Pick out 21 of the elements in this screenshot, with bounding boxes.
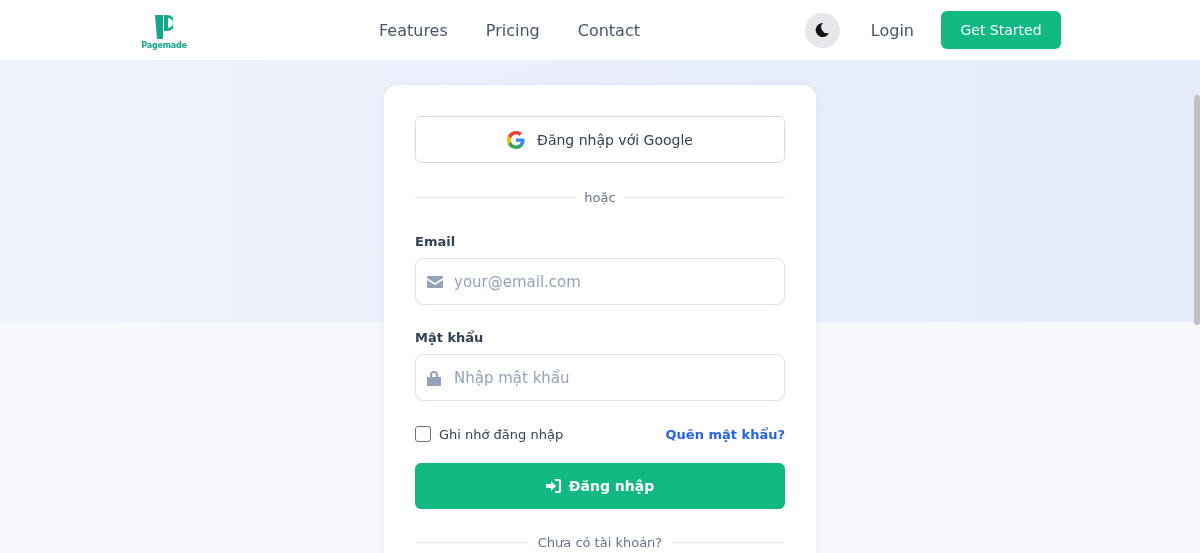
- login-link[interactable]: Login: [870, 20, 914, 40]
- google-icon: [507, 130, 526, 149]
- divider-text: hoặc: [584, 189, 616, 205]
- nav-link[interactable]: Contact: [577, 20, 640, 40]
- nav-link[interactable]: Pricing: [485, 20, 540, 40]
- divider-text: Chưa có tài khoản?: [537, 534, 663, 550]
- forgot-password-link[interactable]: Quên mật khẩu?: [665, 426, 785, 442]
- nav-link[interactable]: Features: [379, 20, 448, 40]
- logo-icon: [155, 14, 173, 39]
- theme-toggle-button[interactable]: [804, 12, 840, 48]
- sign-in-icon: [545, 479, 561, 493]
- logo-text: Pagemade: [141, 40, 187, 50]
- field-label: Email: [415, 234, 457, 249]
- password-field[interactable]: Nhập mật khẩu: [415, 354, 785, 401]
- moon-icon: [815, 23, 830, 37]
- google-login-button[interactable]: Đăng nhập với Google: [415, 116, 785, 163]
- scrollbar[interactable]: [1194, 95, 1200, 325]
- email-field[interactable]: your@email.com: [415, 258, 785, 305]
- remember-checkbox[interactable]: [415, 426, 431, 442]
- field-label: Mật khẩu: [415, 330, 485, 345]
- remember-label: Ghi nhớ đăng nhập: [439, 426, 564, 442]
